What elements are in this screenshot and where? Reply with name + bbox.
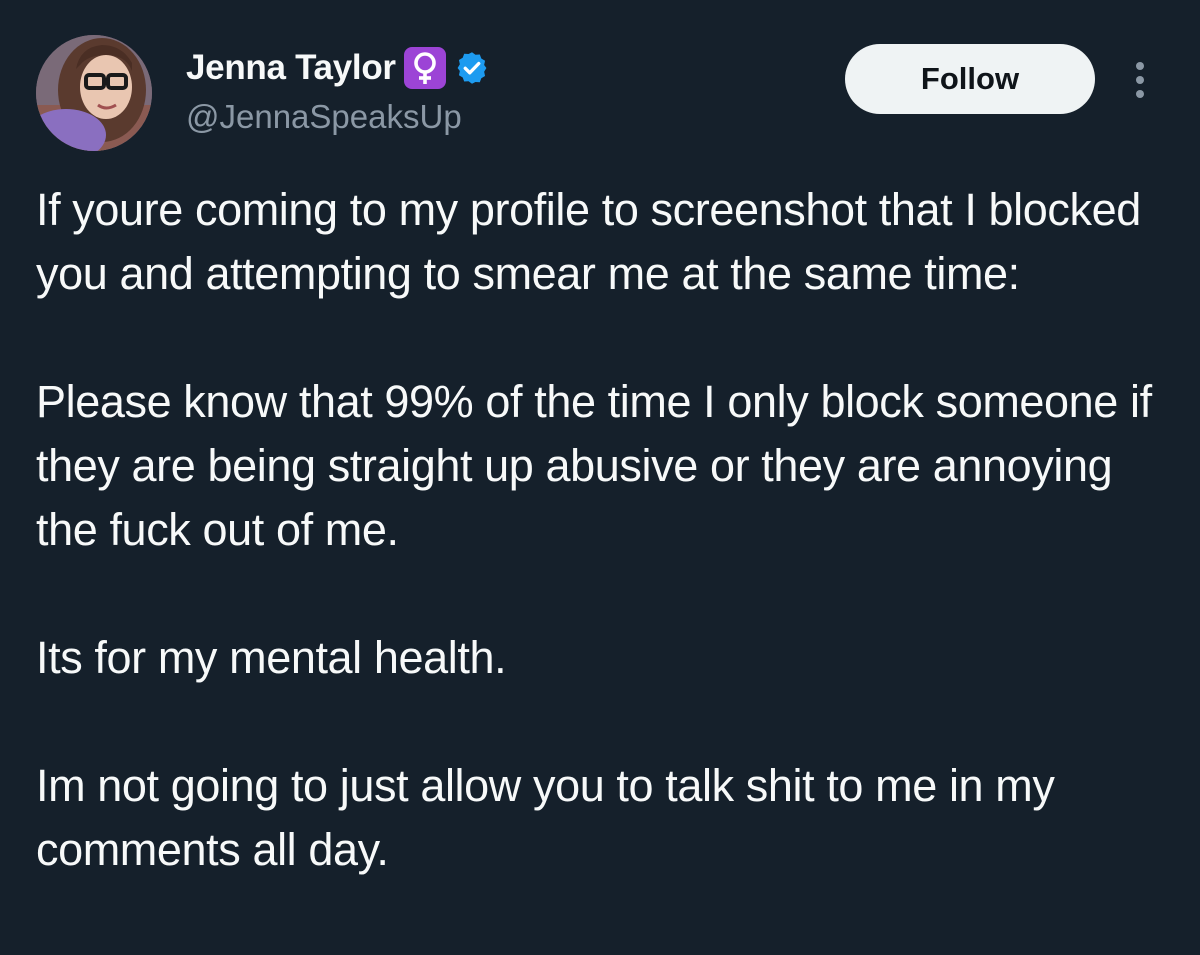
tweet-card: Jenna Taylor @JennaSpeaksUp Follow If yo…: [0, 0, 1200, 955]
female-sign-emoji-icon: [403, 47, 446, 89]
tweet-body: If youre coming to my profile to screens…: [36, 178, 1176, 882]
tweet-paragraph: If youre coming to my profile to screens…: [36, 184, 1141, 299]
tweet-paragraph: Im not going to just allow you to talk s…: [36, 760, 1055, 875]
author-display-name[interactable]: Jenna Taylor: [186, 48, 396, 88]
verified-badge-icon[interactable]: [454, 50, 490, 86]
follow-button[interactable]: Follow: [845, 44, 1095, 114]
author-name-row: Jenna Taylor: [186, 46, 490, 90]
tweet-paragraph: Please know that 99% of the time I only …: [36, 376, 1152, 555]
avatar-photo: [36, 35, 152, 151]
tweet-paragraph: Its for my mental health.: [36, 632, 507, 683]
avatar[interactable]: [36, 35, 152, 151]
author-handle[interactable]: @JennaSpeaksUp: [186, 98, 462, 136]
more-vertical-icon[interactable]: [1120, 50, 1160, 110]
